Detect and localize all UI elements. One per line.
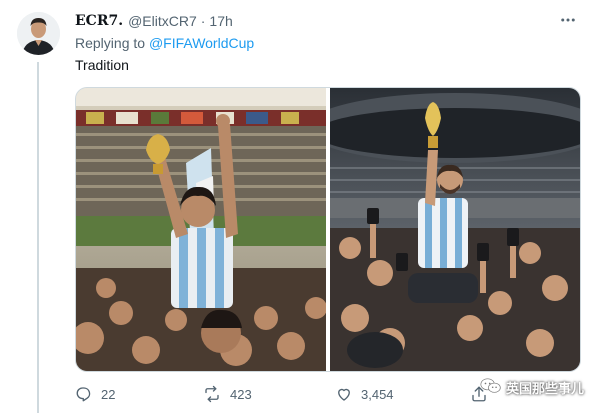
watermark: 英国那些事儿 <box>480 377 584 398</box>
thread-connector-line <box>37 62 39 413</box>
replying-to: Replying to @FIFAWorldCup <box>75 35 254 51</box>
reply-icon <box>75 385 93 403</box>
user-handle[interactable]: @ElitxCR7 <box>128 13 197 29</box>
retweet-count: 423 <box>230 386 252 402</box>
timestamp[interactable]: 17h <box>209 13 232 29</box>
retweet-button[interactable]: 423 <box>202 385 252 403</box>
tweet-text: Tradition <box>75 57 129 73</box>
reply-button[interactable]: 22 <box>75 385 115 403</box>
replying-to-label: Replying to <box>75 35 146 51</box>
retweet-icon <box>202 385 222 403</box>
more-horizontal-icon[interactable] <box>558 10 578 30</box>
watermark-text: 英国那些事儿 <box>505 381 584 396</box>
like-button[interactable]: 3,454 <box>335 385 394 403</box>
media-grid <box>75 87 581 372</box>
photo-right[interactable] <box>330 88 580 371</box>
mention-link[interactable]: @FIFAWorldCup <box>149 35 254 51</box>
profile-photo-avatar <box>17 12 60 55</box>
tweet-header: ECR7. @ElitxCR7 · 17h <box>75 12 578 30</box>
photo-left-image <box>76 88 326 371</box>
like-count: 3,454 <box>361 386 394 402</box>
separator-dot: · <box>200 13 206 29</box>
display-name[interactable]: ECR7. <box>75 13 123 29</box>
heart-icon <box>335 385 353 403</box>
avatar[interactable] <box>17 12 60 55</box>
photo-right-image <box>330 88 580 371</box>
photo-left[interactable] <box>76 88 326 371</box>
reply-count: 22 <box>101 386 116 402</box>
wechat-icon <box>480 377 502 398</box>
